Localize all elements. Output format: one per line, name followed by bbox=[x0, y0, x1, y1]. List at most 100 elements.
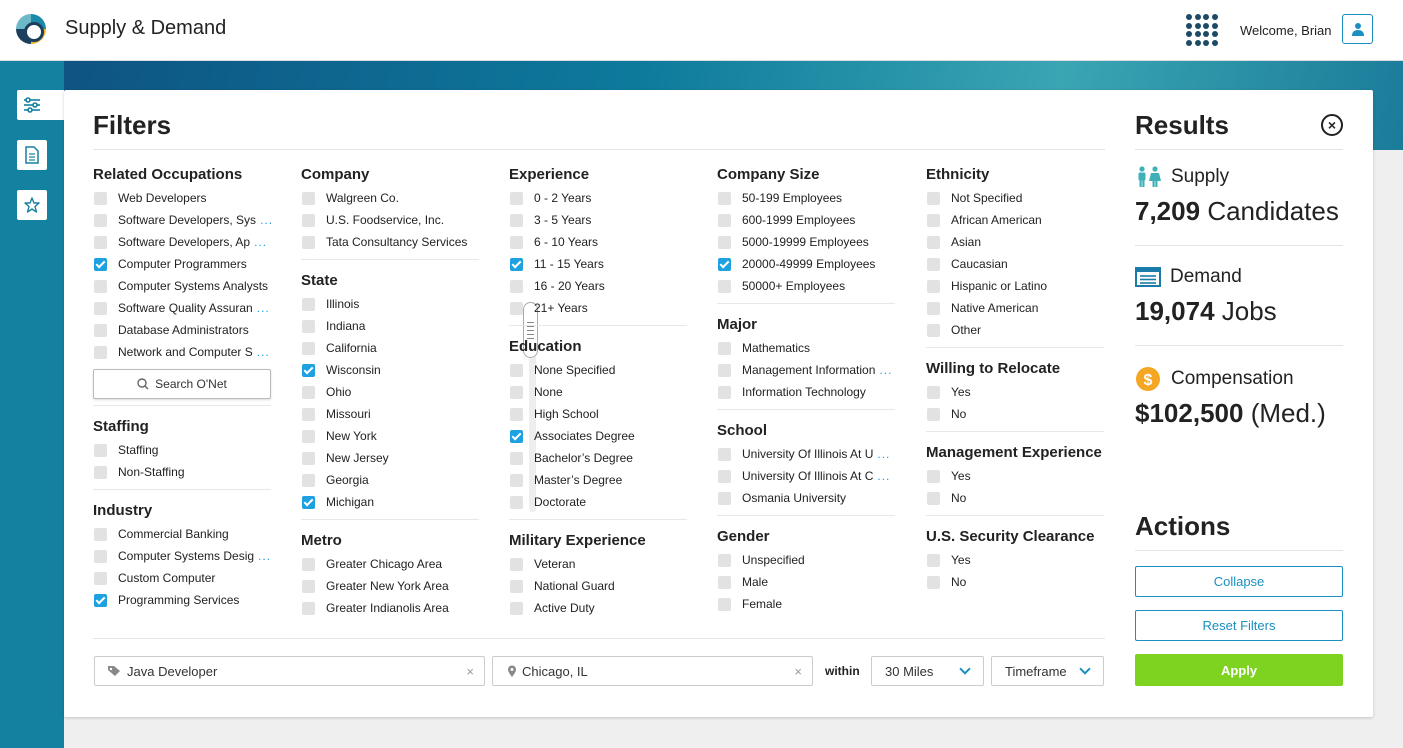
related-occupations-option[interactable]: Software Developers, Sys... bbox=[93, 209, 273, 231]
checkbox[interactable] bbox=[94, 235, 107, 249]
ethnicity-option[interactable]: Native American bbox=[926, 297, 1106, 319]
more-ellipsis[interactable]: ... bbox=[877, 469, 890, 483]
checkbox[interactable] bbox=[302, 319, 315, 333]
company-option[interactable]: Walgreen Co. bbox=[301, 187, 481, 209]
keyword-input[interactable]: Java Developer × bbox=[94, 656, 485, 686]
checkbox[interactable] bbox=[302, 429, 315, 443]
military-option[interactable]: Veteran bbox=[509, 553, 689, 575]
related-occupations-option[interactable]: Software Developers, Ap... bbox=[93, 231, 273, 253]
education-option[interactable]: None bbox=[509, 381, 689, 403]
checkbox[interactable] bbox=[94, 345, 107, 359]
checkbox[interactable] bbox=[94, 571, 107, 585]
checkbox[interactable] bbox=[718, 279, 731, 293]
checkbox[interactable] bbox=[302, 579, 315, 593]
app-grid-icon[interactable] bbox=[1186, 14, 1218, 46]
state-option[interactable]: Ohio bbox=[301, 381, 481, 403]
state-option[interactable]: California bbox=[301, 337, 481, 359]
staffing-option[interactable]: Staffing bbox=[93, 439, 273, 461]
checkbox[interactable] bbox=[927, 553, 940, 567]
metro-option[interactable]: Greater Indianolis Area bbox=[301, 597, 481, 619]
more-ellipsis[interactable]: ... bbox=[260, 213, 273, 227]
state-option[interactable]: Wisconsin bbox=[301, 359, 481, 381]
education-option[interactable]: Bachelor’s Degree bbox=[509, 447, 689, 469]
checkbox[interactable] bbox=[927, 323, 940, 337]
user-profile-button[interactable] bbox=[1342, 14, 1373, 44]
experience-option[interactable]: 21+ Years bbox=[509, 297, 689, 319]
related-occupations-option[interactable]: Network and Computer S... bbox=[93, 341, 273, 363]
location-input[interactable]: Chicago, IL × bbox=[492, 656, 813, 686]
checkbox[interactable] bbox=[302, 341, 315, 355]
checkbox[interactable] bbox=[94, 593, 107, 607]
checkbox[interactable] bbox=[927, 385, 940, 399]
checkbox[interactable] bbox=[718, 213, 731, 227]
checkbox[interactable] bbox=[94, 465, 107, 479]
favorites-tab[interactable] bbox=[17, 190, 47, 220]
related-occupations-option[interactable]: Software Quality Assuran... bbox=[93, 297, 273, 319]
experience-option[interactable]: 11 - 15 Years bbox=[509, 253, 689, 275]
checkbox[interactable] bbox=[718, 447, 731, 461]
checkbox[interactable] bbox=[510, 579, 523, 593]
state-option[interactable]: Michigan bbox=[301, 491, 481, 513]
school-option[interactable]: University Of Illinois At C... bbox=[717, 465, 897, 487]
more-ellipsis[interactable]: ... bbox=[254, 235, 267, 249]
checkbox[interactable] bbox=[510, 257, 523, 271]
more-ellipsis[interactable]: ... bbox=[877, 447, 890, 461]
checkbox[interactable] bbox=[510, 363, 523, 377]
checkbox[interactable] bbox=[718, 191, 731, 205]
school-option[interactable]: Osmania University bbox=[717, 487, 897, 509]
company-size-option[interactable]: 5000-19999 Employees bbox=[717, 231, 897, 253]
industry-option[interactable]: Custom Computer bbox=[93, 567, 273, 589]
checkbox[interactable] bbox=[94, 279, 107, 293]
staffing-option[interactable]: Non-Staffing bbox=[93, 461, 273, 483]
related-occupations-option[interactable]: Computer Programmers bbox=[93, 253, 273, 275]
industry-option[interactable]: Programming Services bbox=[93, 589, 273, 611]
education-option[interactable]: High School bbox=[509, 403, 689, 425]
gender-option[interactable]: Unspecified bbox=[717, 549, 897, 571]
checkbox[interactable] bbox=[302, 213, 315, 227]
clearance-option[interactable]: No bbox=[926, 571, 1106, 593]
ethnicity-option[interactable]: Hispanic or Latino bbox=[926, 275, 1106, 297]
clear-location-icon[interactable]: × bbox=[794, 664, 802, 679]
state-option[interactable]: Illinois bbox=[301, 293, 481, 315]
experience-option[interactable]: 0 - 2 Years bbox=[509, 187, 689, 209]
metro-option[interactable]: Greater New York Area bbox=[301, 575, 481, 597]
ethnicity-option[interactable]: African American bbox=[926, 209, 1106, 231]
industry-option[interactable]: Computer Systems Desig... bbox=[93, 545, 273, 567]
checkbox[interactable] bbox=[94, 527, 107, 541]
major-option[interactable]: Information Technology bbox=[717, 381, 897, 403]
major-option[interactable]: Management Information... bbox=[717, 359, 897, 381]
checkbox[interactable] bbox=[927, 279, 940, 293]
company-option[interactable]: U.S. Foodservice, Inc. bbox=[301, 209, 481, 231]
checkbox[interactable] bbox=[510, 557, 523, 571]
education-option[interactable]: Doctorate bbox=[509, 491, 689, 513]
checkbox[interactable] bbox=[510, 213, 523, 227]
checkbox[interactable] bbox=[94, 549, 107, 563]
checkbox[interactable] bbox=[927, 575, 940, 589]
education-option[interactable]: Associates Degree bbox=[509, 425, 689, 447]
report-tab[interactable] bbox=[17, 140, 47, 170]
checkbox[interactable] bbox=[510, 385, 523, 399]
clearance-option[interactable]: Yes bbox=[926, 549, 1106, 571]
filters-tab[interactable] bbox=[17, 90, 64, 120]
checkbox[interactable] bbox=[510, 279, 523, 293]
metro-option[interactable]: Greater Chicago Area bbox=[301, 553, 481, 575]
gender-option[interactable]: Female bbox=[717, 593, 897, 615]
experience-option[interactable]: 3 - 5 Years bbox=[509, 209, 689, 231]
checkbox[interactable] bbox=[94, 323, 107, 337]
reset-filters-button[interactable]: Reset Filters bbox=[1135, 610, 1343, 641]
education-option[interactable]: Master’s Degree bbox=[509, 469, 689, 491]
more-ellipsis[interactable]: ... bbox=[257, 345, 270, 359]
checkbox[interactable] bbox=[718, 257, 731, 271]
checkbox[interactable] bbox=[927, 469, 940, 483]
related-occupations-option[interactable]: Database Administrators bbox=[93, 319, 273, 341]
checkbox[interactable] bbox=[302, 557, 315, 571]
checkbox[interactable] bbox=[927, 301, 940, 315]
checkbox[interactable] bbox=[302, 235, 315, 249]
ethnicity-option[interactable]: Caucasian bbox=[926, 253, 1106, 275]
checkbox[interactable] bbox=[510, 191, 523, 205]
checkbox[interactable] bbox=[302, 473, 315, 487]
checkbox[interactable] bbox=[927, 491, 940, 505]
collapse-button[interactable]: Collapse bbox=[1135, 566, 1343, 597]
education-option[interactable]: None Specified bbox=[509, 359, 689, 381]
industry-option[interactable]: Commercial Banking bbox=[93, 523, 273, 545]
